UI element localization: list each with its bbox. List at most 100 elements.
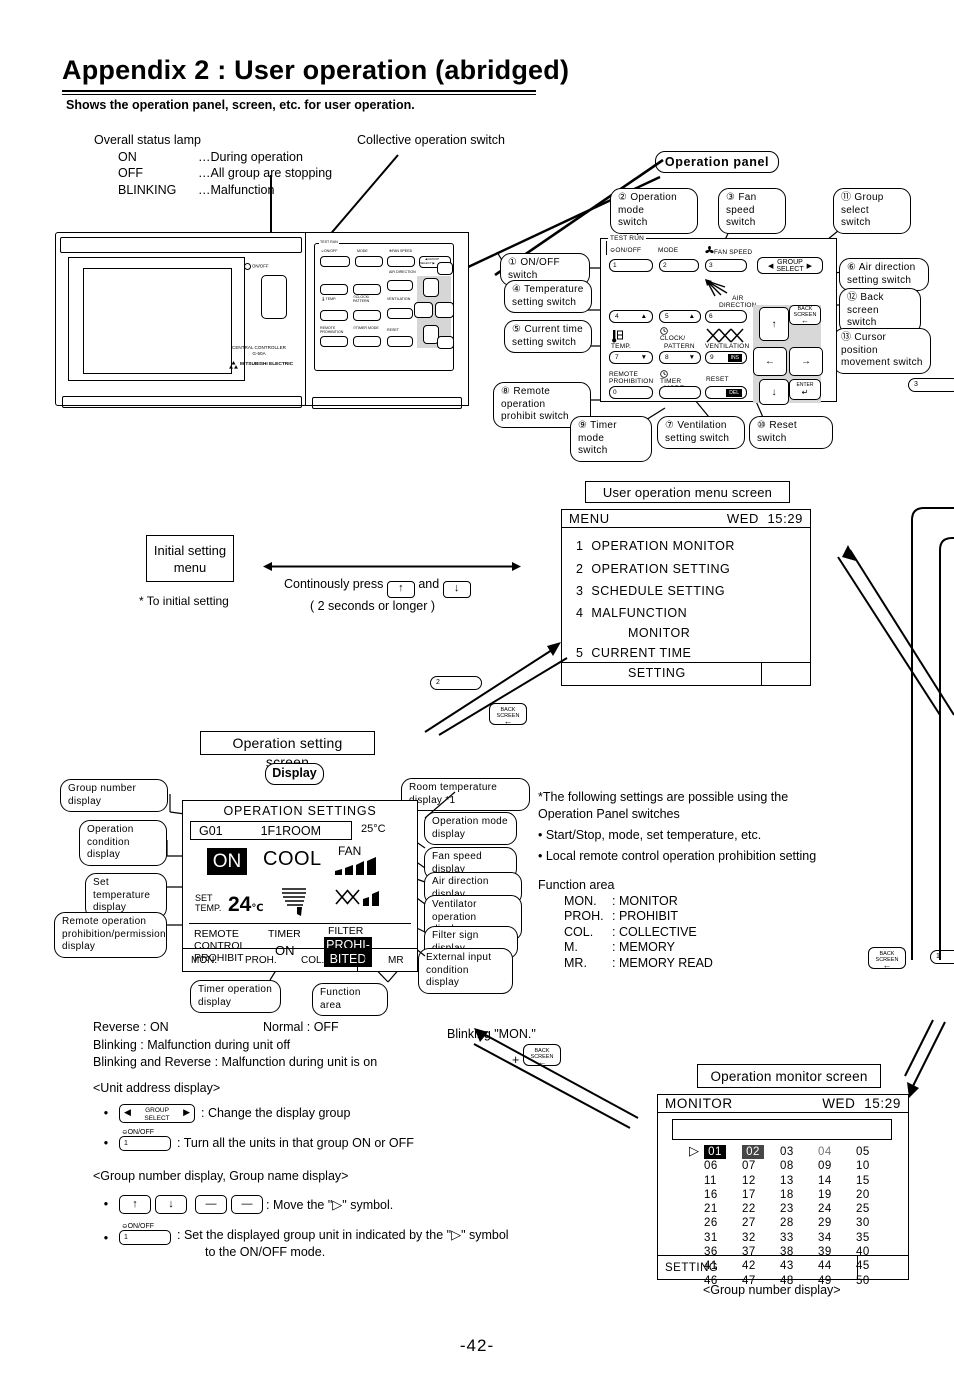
keycap-up[interactable]: ↑ <box>119 1195 151 1214</box>
func-col[interactable]: COL. <box>301 955 357 966</box>
monitor-cell-12[interactable]: 12 <box>742 1174 780 1188</box>
key-4[interactable]: 4 ▲ <box>609 310 653 323</box>
key-2[interactable]: 2 <box>659 259 699 272</box>
func-mon[interactable]: MON. <box>183 955 245 966</box>
key-1[interactable]: 1 <box>609 259 653 272</box>
monitor-cell-02[interactable]: 02 <box>742 1145 764 1160</box>
monitor-cell-11[interactable]: 11 <box>704 1174 742 1188</box>
monitor-cell-07[interactable]: 07 <box>742 1159 780 1173</box>
key-9[interactable]: 9 INS <box>705 351 747 364</box>
monitor-cell-24[interactable]: 24 <box>818 1202 856 1216</box>
instr-row-cursor-keys: • ↑ ↓ — — : Move the "▷" symbol. <box>93 1195 509 1214</box>
monitor-cell-21[interactable]: 21 <box>704 1202 742 1216</box>
func-mr[interactable]: MR <box>388 955 404 966</box>
func-m[interactable]: M <box>357 949 388 971</box>
onoff-keycap-1[interactable]: ⎉ON/OFF 1 <box>119 1129 171 1151</box>
monitor-footer-setting[interactable]: SETTING <box>658 1262 857 1274</box>
menu-item-2[interactable]: 2 OPERATION SETTING <box>576 558 810 581</box>
monitor-cell-32[interactable]: 32 <box>742 1231 780 1245</box>
monitor-cell-34[interactable]: 34 <box>818 1231 856 1245</box>
menu-item-3[interactable]: 3 SCHEDULE SETTING <box>576 580 810 603</box>
monitor-cell-27[interactable]: 27 <box>742 1216 780 1230</box>
monitor-cell-25[interactable]: 25 <box>856 1202 894 1216</box>
back-screen-button[interactable]: BACK SCREEN ← <box>789 305 821 325</box>
mini-key-9[interactable] <box>387 308 413 319</box>
monitor-cell-19[interactable]: 19 <box>818 1188 856 1202</box>
collective-operation-switch[interactable] <box>261 275 287 319</box>
monitor-cell-09[interactable]: 09 <box>818 1159 856 1173</box>
function-area-legend: Function area MON.: MONITOR PROH.: PROHI… <box>538 878 713 971</box>
monitor-cell-05[interactable]: 05 <box>856 1145 894 1159</box>
num-callout-3[interactable]: 3 <box>908 378 954 392</box>
monitor-cell-13[interactable]: 13 <box>780 1174 818 1188</box>
menu-item-4[interactable]: 4 MALFUNCTION MONITOR <box>576 603 810 643</box>
key-5[interactable]: 5 ▲ <box>659 310 701 323</box>
cursor-right-button[interactable]: → <box>789 347 823 376</box>
key-6[interactable]: 6 <box>705 310 747 323</box>
monitor-cell-15[interactable]: 15 <box>856 1174 894 1188</box>
monitor-cell-01[interactable]: 01 <box>704 1145 726 1160</box>
monitor-cell-20[interactable]: 20 <box>856 1188 894 1202</box>
device-top-bar <box>60 237 302 253</box>
monitor-cell-22[interactable]: 22 <box>742 1202 780 1216</box>
fa-row-m: M.: MEMORY <box>564 940 675 954</box>
key-8[interactable]: 8 ▼ <box>659 351 701 364</box>
monitor-cell-16[interactable]: 16 <box>704 1188 742 1202</box>
mini-key-3[interactable] <box>387 256 415 267</box>
press-key-up[interactable]: ↑ <box>386 581 415 598</box>
press-key-down[interactable]: ↓ <box>442 581 471 598</box>
monitor-cell-03[interactable]: 03 <box>780 1145 818 1159</box>
monitor-cell-04[interactable]: 04 <box>818 1145 856 1159</box>
mini-key-back-screen[interactable] <box>437 262 453 275</box>
mini-key-left[interactable] <box>414 302 433 318</box>
monitor-cell-08[interactable]: 08 <box>780 1159 818 1173</box>
remote-prohibition-label: REMOTE PROHIBITION <box>609 371 654 385</box>
mini-key-5[interactable] <box>353 284 381 295</box>
mini-key-up[interactable] <box>423 278 439 297</box>
op-callout-4: ④ Temperature setting switch <box>504 280 592 313</box>
monitor-cell-17[interactable]: 17 <box>742 1188 780 1202</box>
keycap-down[interactable]: ↓ <box>155 1195 187 1214</box>
func-proh[interactable]: PROH. <box>245 955 301 966</box>
set-temp-label: SET TEMP. <box>195 893 222 913</box>
mini-key-timer[interactable] <box>353 336 381 347</box>
monitor-cell-31[interactable]: 31 <box>704 1231 742 1245</box>
monitor-cell-30[interactable]: 30 <box>856 1216 894 1230</box>
monitor-cell-35[interactable]: 35 <box>856 1231 894 1245</box>
monitor-cell-28[interactable]: 28 <box>780 1216 818 1230</box>
mini-key-6[interactable] <box>387 280 413 291</box>
mini-key-0[interactable] <box>320 336 348 347</box>
group-select-right-arrow-icon: ▶ <box>806 262 812 270</box>
key-group-select[interactable]: ◀ GROUP SELECT ▶ <box>757 257 823 274</box>
key-3[interactable]: 3 <box>705 259 747 272</box>
mini-key-4[interactable] <box>320 284 348 295</box>
group-select-keycap[interactable]: ◀ GROUP SELECT ▶ <box>119 1104 195 1123</box>
mini-key-enter[interactable] <box>437 336 454 349</box>
operation-condition-value: ON <box>207 848 247 875</box>
group-number-name-field[interactable]: G01 1F1ROOM <box>190 821 352 840</box>
monitor-cell-10[interactable]: 10 <box>856 1159 894 1173</box>
monitor-cell-23[interactable]: 23 <box>780 1202 818 1216</box>
mini-key-2[interactable] <box>355 256 383 267</box>
monitor-cell-26[interactable]: 26 <box>704 1216 742 1230</box>
mini-key-8[interactable] <box>353 310 381 321</box>
filter-label: FILTER <box>328 925 364 937</box>
mini-key-7[interactable] <box>320 310 348 321</box>
key-7[interactable]: 7 ▼ <box>609 351 653 364</box>
menu-item-1[interactable]: 1 OPERATION MONITOR <box>576 535 810 558</box>
cursor-up-button[interactable]: ↑ <box>759 307 789 341</box>
onoff-keycap-2[interactable]: ⎉ON/OFF 1 <box>119 1223 171 1245</box>
instr-text-2: : Turn all the units in that group ON or… <box>177 1136 414 1150</box>
monitor-cell-33[interactable]: 33 <box>780 1231 818 1245</box>
monitor-cell-06[interactable]: 06 <box>704 1159 742 1173</box>
cursor-left-button[interactable]: ← <box>753 347 787 376</box>
keycap-left[interactable]: — <box>231 1195 263 1214</box>
mini-key-right[interactable] <box>435 302 454 318</box>
monitor-cell-14[interactable]: 14 <box>818 1174 856 1188</box>
keycap-right[interactable]: — <box>195 1195 227 1214</box>
mini-key-1[interactable] <box>320 256 350 267</box>
device-lcd <box>83 268 232 374</box>
mini-key-reset[interactable] <box>387 336 413 347</box>
monitor-cell-29[interactable]: 29 <box>818 1216 856 1230</box>
monitor-cell-18[interactable]: 18 <box>780 1188 818 1202</box>
